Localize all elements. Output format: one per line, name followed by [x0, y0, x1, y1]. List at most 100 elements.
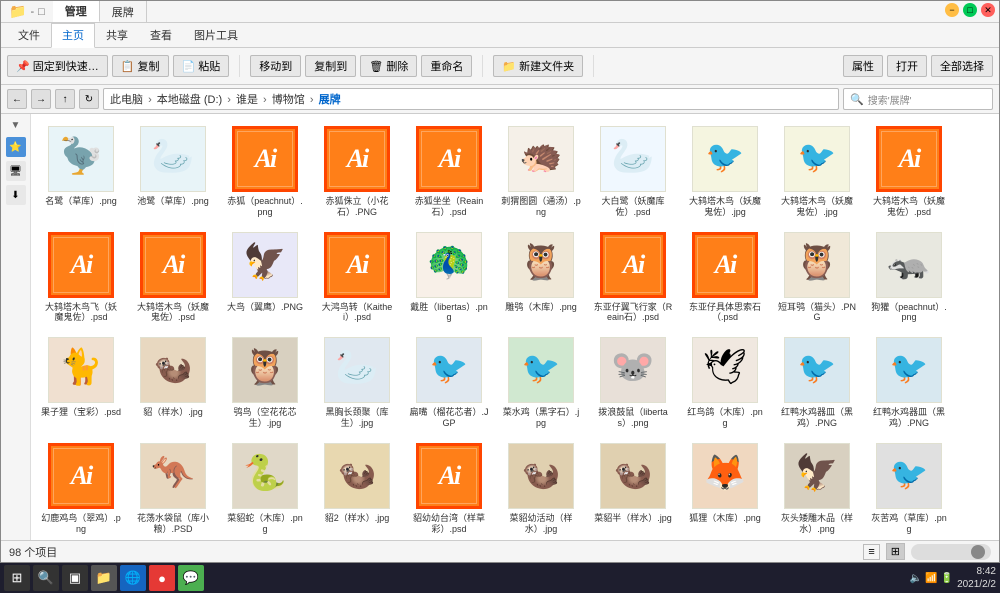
file-item[interactable]: 🦡 狗獾（peachnut）.png [865, 226, 953, 328]
file-item[interactable]: 🦉 雕鸮（木库）.png [497, 226, 585, 328]
file-item[interactable]: 🐦 大鸫塔木鸟（妖魔鬼佐）.jpg [681, 120, 769, 222]
path-display: 此电脑 › 本地磁盘 (D:) › 谁是 › 博物馆 › 展牌 [110, 91, 341, 107]
battery-icon[interactable]: 🔋 [941, 573, 953, 584]
file-item[interactable]: Ai 大鸫塔木鸟飞（妖魔鬼佐）.psd [37, 226, 125, 328]
file-item[interactable]: 🕊 红鸟鸽（木库）.png [681, 331, 769, 433]
file-item[interactable]: 🦅 大鸟（翼鹰）.PNG [221, 226, 309, 328]
file-label: 红鸟鸽（木库）.png [685, 407, 765, 429]
ribbon-tab-share[interactable]: 共享 [95, 23, 139, 47]
file-item[interactable]: 🦦 貂（样水）.jpg [129, 331, 217, 433]
file-item[interactable]: 🦅 灰头矮雕木品（样水）.png [773, 437, 861, 539]
wechat-taskbar[interactable]: 💬 [178, 565, 204, 591]
animal-image: 🦚 [416, 232, 482, 298]
pin-button[interactable]: 📌 固定到快速… [7, 55, 108, 77]
file-item[interactable]: Ai 大鸫塔木鸟（妖魔鬼佐）.psd [129, 226, 217, 328]
file-item[interactable]: 🐦 灰苦鸡（草库）.png [865, 437, 953, 539]
file-item[interactable]: 🐦 菜水鸡（黑字石）.jpg [497, 331, 585, 433]
ai-icon: Ai [232, 126, 298, 192]
new-folder-button[interactable]: 📁 新建文件夹 [493, 55, 583, 77]
file-item[interactable]: 🦦 菜貂幼活动（样水）.jpg [497, 437, 585, 539]
file-item[interactable]: 🦉 短耳鸮（猫头）.PNG [773, 226, 861, 328]
file-item[interactable]: 🦢 黑胸长颈聚（库生）.jpg [313, 331, 401, 433]
file-area[interactable]: 🦤 名鹭（草库）.png 🦢 池鹭（草库）.png Ai 赤狐（peachnut… [31, 114, 999, 540]
file-item[interactable]: 🦘 花荡水袋鼠（库小粮）.PSD [129, 437, 217, 539]
animal-image: 🐦 [876, 443, 942, 509]
select-all-button[interactable]: 全部选择 [931, 55, 993, 77]
file-item[interactable]: 🐦 大鸫塔木鸟（妖魔鬼佐）.jpg [773, 120, 861, 222]
tab-display[interactable]: 展牌 [100, 1, 147, 22]
file-item[interactable]: 🦦 菜貂半（样水）.jpg [589, 437, 677, 539]
file-item[interactable]: 🐈 果子狸（宝彩）.psd [37, 331, 125, 433]
file-item[interactable]: 🦢 池鹭（草库）.png [129, 120, 217, 222]
back-button[interactable]: ← [7, 89, 27, 109]
file-item[interactable]: Ai 大鸫塔木鸟（妖魔鬼佐）.psd [865, 120, 953, 222]
chrome-taskbar[interactable]: ● [149, 565, 175, 591]
svg-text:🐦: 🐦 [706, 140, 745, 175]
forward-button[interactable]: → [31, 89, 51, 109]
close-button[interactable]: ✕ [981, 3, 995, 17]
file-item[interactable]: Ai 东亚仔翼飞行家（Reain石）.psd [589, 226, 677, 328]
ribbon-tab-file[interactable]: 文件 [7, 23, 51, 47]
rename-button[interactable]: 重命名 [421, 55, 472, 77]
move-button[interactable]: 移动到 [250, 55, 301, 77]
file-item[interactable]: 🦊 狐狸（木库）.png [681, 437, 769, 539]
file-item[interactable]: Ai 幻鹿鸡鸟（翠鸡）.png [37, 437, 125, 539]
minimize-button[interactable]: − [945, 3, 959, 17]
sidebar-item-quickaccess[interactable]: ⭐ [6, 137, 26, 157]
file-item[interactable]: 🦢 大白鹭（妖魔库佐）.psd [589, 120, 677, 222]
file-item[interactable]: 🦔 刺猬图圆（通汤）.png [497, 120, 585, 222]
ai-icon: Ai [48, 443, 114, 509]
file-item[interactable]: Ai 大鸿鸟转（Kaithei）.psd [313, 226, 401, 328]
file-thumbnail: 🦦 [598, 441, 668, 511]
file-item[interactable]: Ai 赤狐坐坐（Reain石）.psd [405, 120, 493, 222]
ribbon-tab-home[interactable]: 主页 [51, 23, 95, 48]
view-list-button[interactable]: ≡ [863, 544, 879, 560]
up-button[interactable]: ↑ [55, 89, 75, 109]
file-item[interactable]: 🦚 戴胜（libertas）.png [405, 226, 493, 328]
volume-icon[interactable]: 📶 [925, 573, 937, 584]
network-icon[interactable]: 🔈 [910, 573, 922, 584]
copy-button[interactable]: 📋 复制 [112, 55, 169, 77]
file-item[interactable]: 🦤 名鹭（草库）.png [37, 120, 125, 222]
file-item[interactable]: 🐦 红鸭水鸡器皿（黑鸡）.PNG [865, 331, 953, 433]
file-item[interactable]: Ai 赤狐侏立（小花石）.PNG [313, 120, 401, 222]
file-thumbnail: Ai [414, 124, 484, 194]
sidebar-item-downloads[interactable]: ⬇ [6, 185, 26, 205]
ribbon-tab-picture-tools[interactable]: 图片工具 [183, 23, 249, 47]
sidebar-expand-arrow[interactable]: ▼ [9, 118, 23, 133]
window-controls: − □ ✕ [945, 3, 995, 17]
search-icon: 🔍 [850, 93, 864, 106]
svg-text:🦡: 🦡 [887, 242, 930, 281]
properties-button[interactable]: 属性 [843, 55, 883, 77]
task-view-button[interactable]: ▣ [62, 565, 88, 591]
copy-to-button[interactable]: 复制到 [305, 55, 356, 77]
file-item[interactable]: Ai 东亚仔具体思索石（.psd [681, 226, 769, 328]
view-grid-button[interactable]: ⊞ [886, 543, 905, 560]
delete-button[interactable]: 🗑 删除 [360, 55, 417, 77]
tab-manage[interactable]: 管理 [53, 1, 100, 22]
edge-taskbar[interactable]: 🌐 [120, 565, 146, 591]
address-path[interactable]: 此电脑 › 本地磁盘 (D:) › 谁是 › 博物馆 › 展牌 [103, 88, 839, 110]
file-label: 貂幼幼台湾（样草彩）.psd [409, 513, 489, 535]
start-button[interactable]: ⊞ [4, 565, 30, 591]
animal-image: 🐦 [784, 337, 850, 403]
file-item[interactable]: Ai 赤狐（peachnut）.png [221, 120, 309, 222]
file-item[interactable]: 🦉 鸮鸟（空花花芯生）.jpg [221, 331, 309, 433]
search-taskbar-button[interactable]: 🔍 [33, 565, 59, 591]
ribbon-tab-view[interactable]: 查看 [139, 23, 183, 47]
file-item[interactable]: 🐦 红鸭水鸡器皿（黑鸡）.PNG [773, 331, 861, 433]
open-button[interactable]: 打开 [887, 55, 927, 77]
search-input[interactable]: 🔍 搜索'展牌' [843, 88, 993, 110]
paste-button[interactable]: 📄 粘贴 [173, 55, 230, 77]
file-item[interactable]: 🐍 菜貂蛇（木库）.png [221, 437, 309, 539]
refresh-button[interactable]: ↻ [79, 89, 99, 109]
maximize-button[interactable]: □ [963, 3, 977, 17]
file-item[interactable]: 🐦 扁嘴（榴花芯者）.JGP [405, 331, 493, 433]
zoom-slider[interactable] [911, 544, 991, 560]
sidebar-item-desktop[interactable]: 🖥 [6, 161, 26, 181]
file-item[interactable]: Ai 貂幼幼台湾（样草彩）.psd [405, 437, 493, 539]
file-explorer-taskbar[interactable]: 📁 [91, 565, 117, 591]
ribbon-content: 📌 固定到快速… 📋 复制 📄 粘贴 移动到 复制到 🗑 删除 重命名 📁 新建… [1, 48, 999, 84]
file-item[interactable]: 🐭 拨浪鼓鼠（libertas）.png [589, 331, 677, 433]
file-item[interactable]: 🦦 貂2（样水）.jpg [313, 437, 401, 539]
